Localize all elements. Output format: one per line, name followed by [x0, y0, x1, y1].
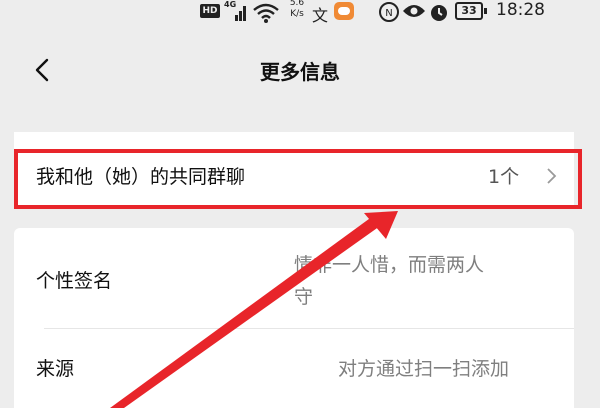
- annotation-arrow-icon: [110, 211, 398, 408]
